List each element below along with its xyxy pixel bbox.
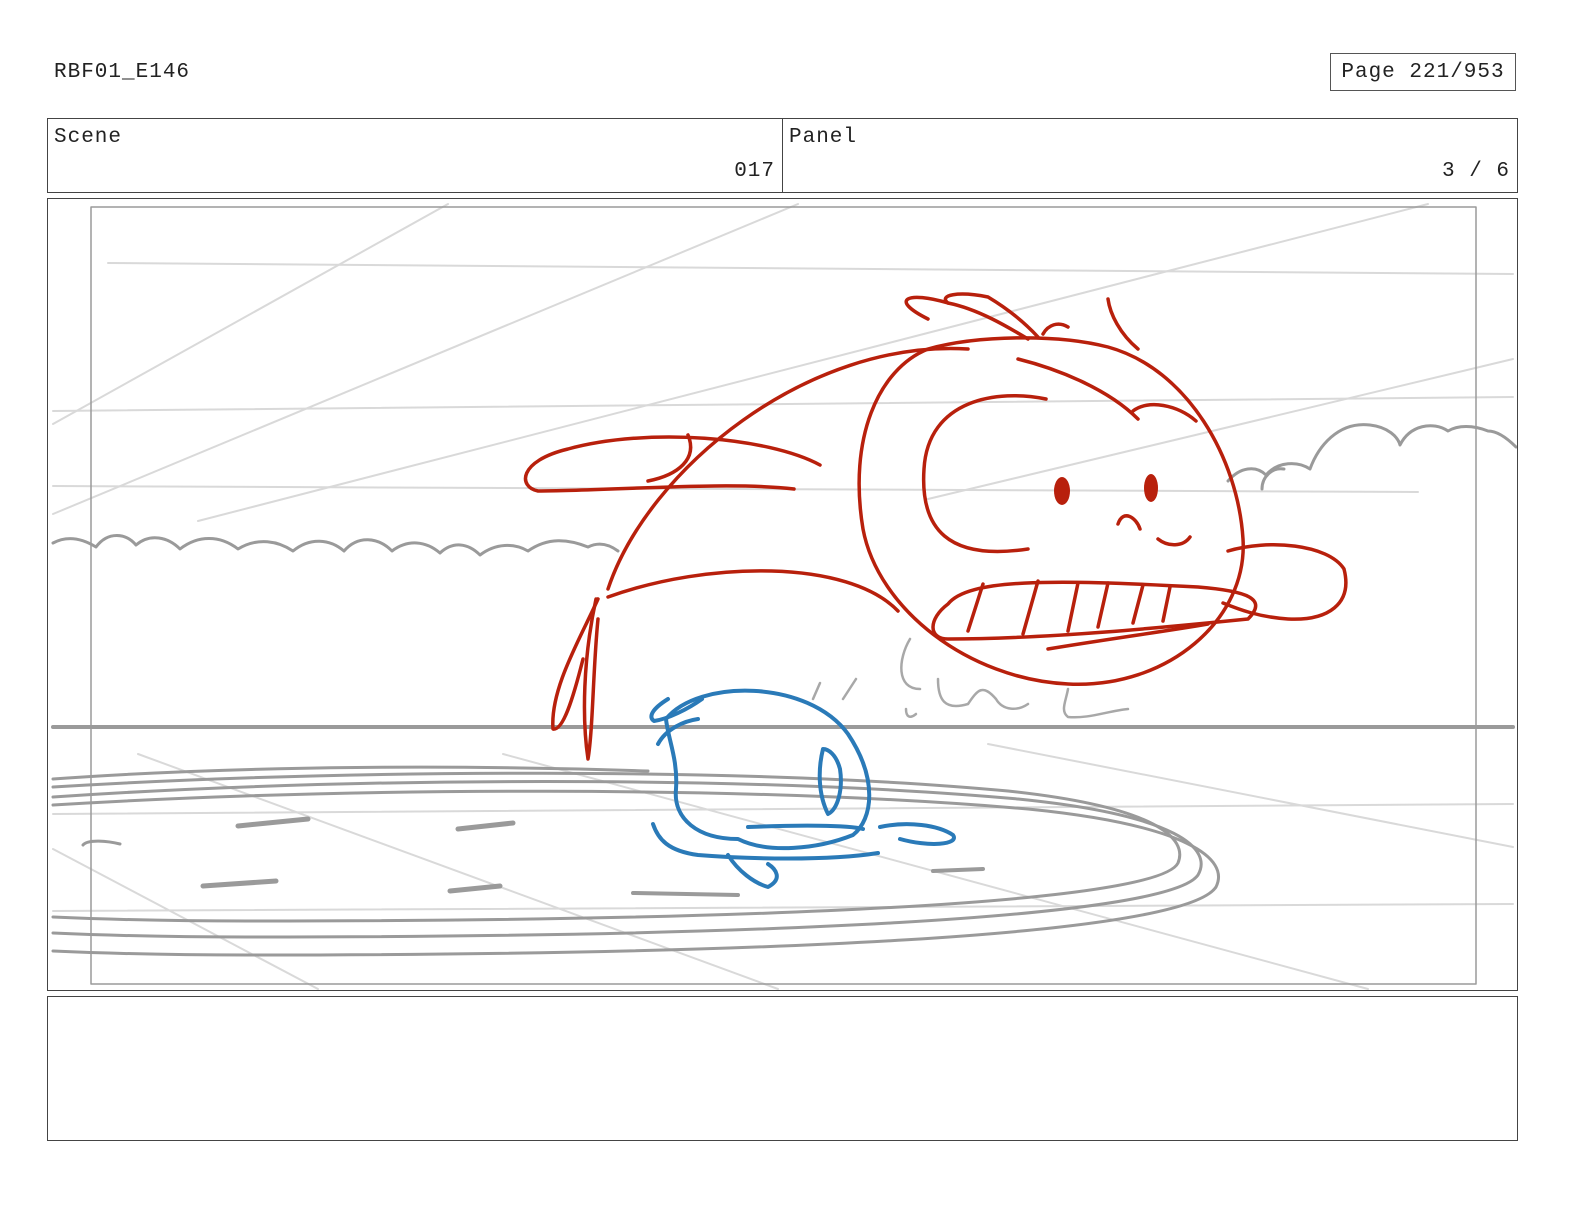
panel-number: 3 / 6 [1441, 160, 1510, 183]
scene-label: Scene [54, 126, 123, 149]
red-character-fish [523, 292, 1348, 761]
scene-panel-header: Scene 017 Panel 3 / 6 [47, 118, 1518, 193]
storyboard-panel [47, 198, 1518, 991]
blue-character [649, 688, 956, 889]
background-character-sketch [811, 637, 1130, 719]
scene-cell: Scene 017 [48, 119, 782, 192]
red-character-eyes [1054, 474, 1158, 505]
scene-number: 017 [734, 160, 775, 183]
notes-box [47, 996, 1518, 1141]
page-number: Page 221/953 [1330, 53, 1516, 91]
document-id: RBF01_E146 [54, 61, 191, 84]
storyboard-drawing [51, 203, 1517, 990]
perspective-guide-lines [52, 203, 1514, 990]
panel-cell: Panel 3 / 6 [782, 119, 1517, 192]
safe-frame [90, 206, 1477, 985]
rink-outline [51, 765, 1220, 957]
panel-label: Panel [789, 126, 858, 149]
